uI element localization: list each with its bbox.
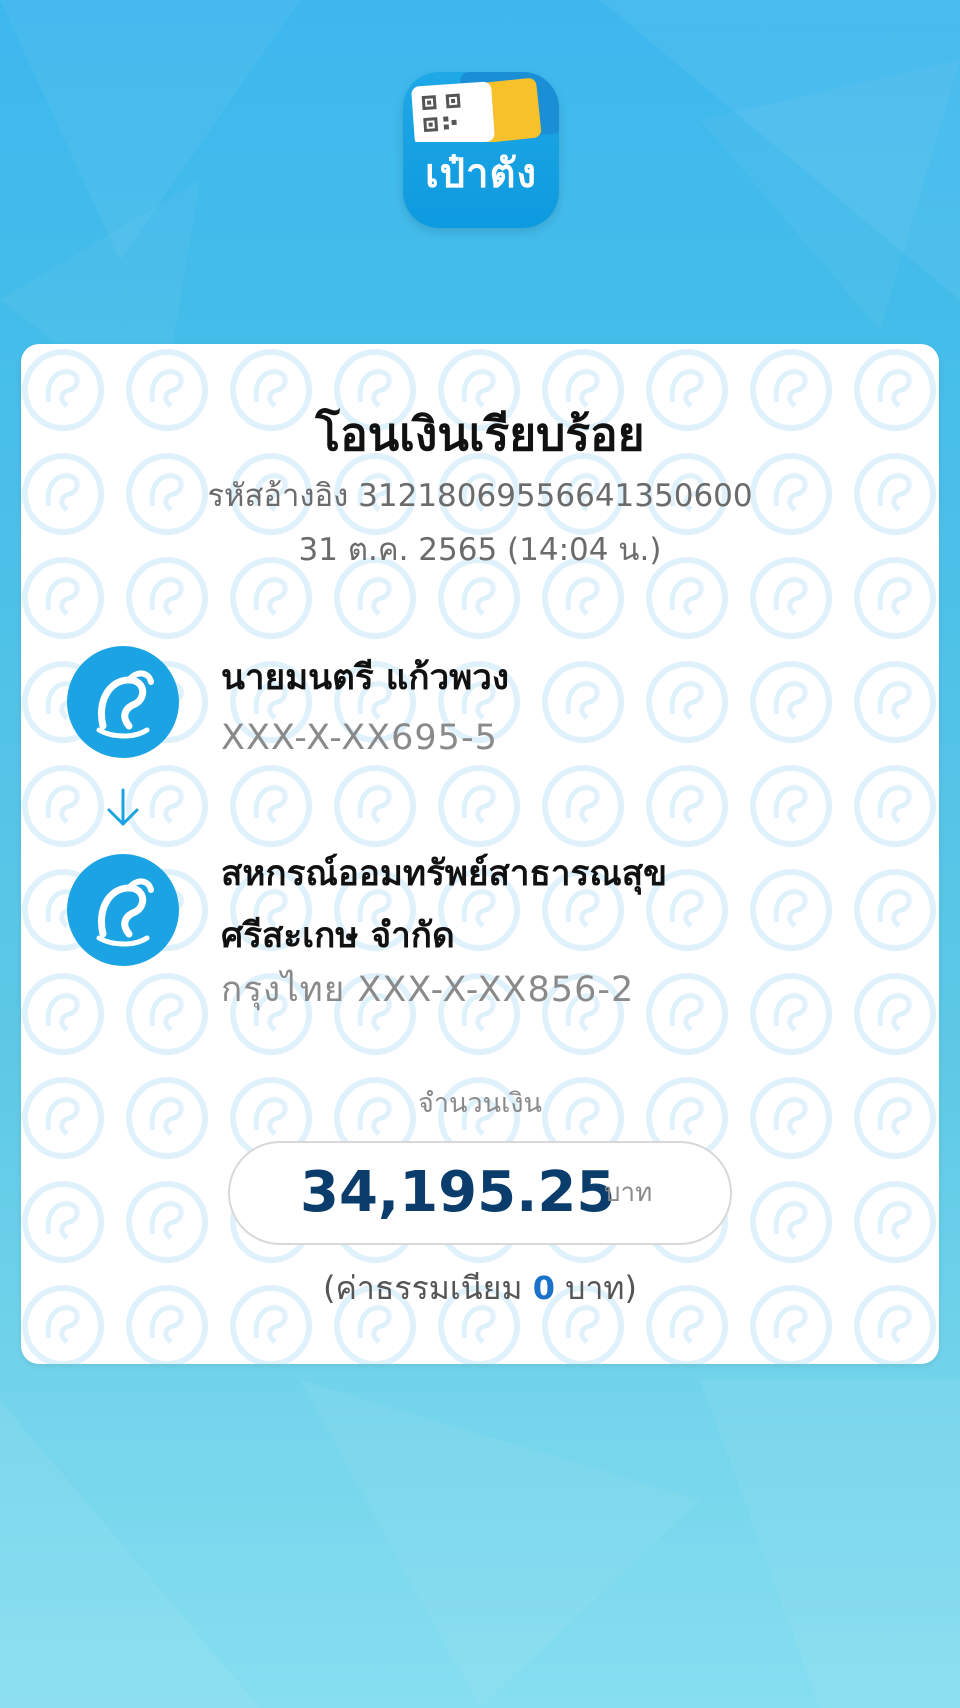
recipient-name-line1: สหกรณ์ออมทรัพย์สาธารณสุข [221,854,668,894]
krungthai-logo-icon [67,854,179,966]
transfer-receipt-card: โอนเงินเรียบร้อย รหัสอ้างอิง 31218069556… [21,344,939,1364]
amount-value: 34,195.25 [300,1160,616,1225]
receipt-title: โอนเงินเรียบร้อย [315,407,645,461]
arrow-down-icon [107,788,139,826]
reference-number: รหัสอ้างอิง 31218069556641350600 [207,478,753,514]
qr-card-icon [411,72,559,142]
paotang-app-icon: เป๋าตัง [403,72,559,228]
app-icon-label: เป๋าตัง [424,151,538,197]
fee-suffix: บาท) [554,1269,637,1307]
recipient-name-line2: ศรีสะเกษ จำกัด [221,916,455,956]
krungthai-logo-icon [67,646,179,758]
recipient-account: กรุงไทย XXX-X-XX856-2 [221,970,635,1010]
sender-account: XXX-X-XX695-5 [221,718,498,758]
amount-box: 34,195.25 บาท [228,1141,732,1245]
transaction-datetime: 31 ต.ค. 2565 (14:04 น.) [298,532,662,568]
amount-unit: บาท [604,1178,653,1208]
fee-value: 0 [532,1269,555,1307]
fee-prefix: (ค่าธรรมเนียม [323,1269,533,1307]
fee-line: (ค่าธรรมเนียม 0 บาท) [21,1266,939,1310]
amount-label: จำนวนเงิน [418,1088,542,1119]
sender-name: นายมนตรี แก้วพวง [221,658,510,698]
